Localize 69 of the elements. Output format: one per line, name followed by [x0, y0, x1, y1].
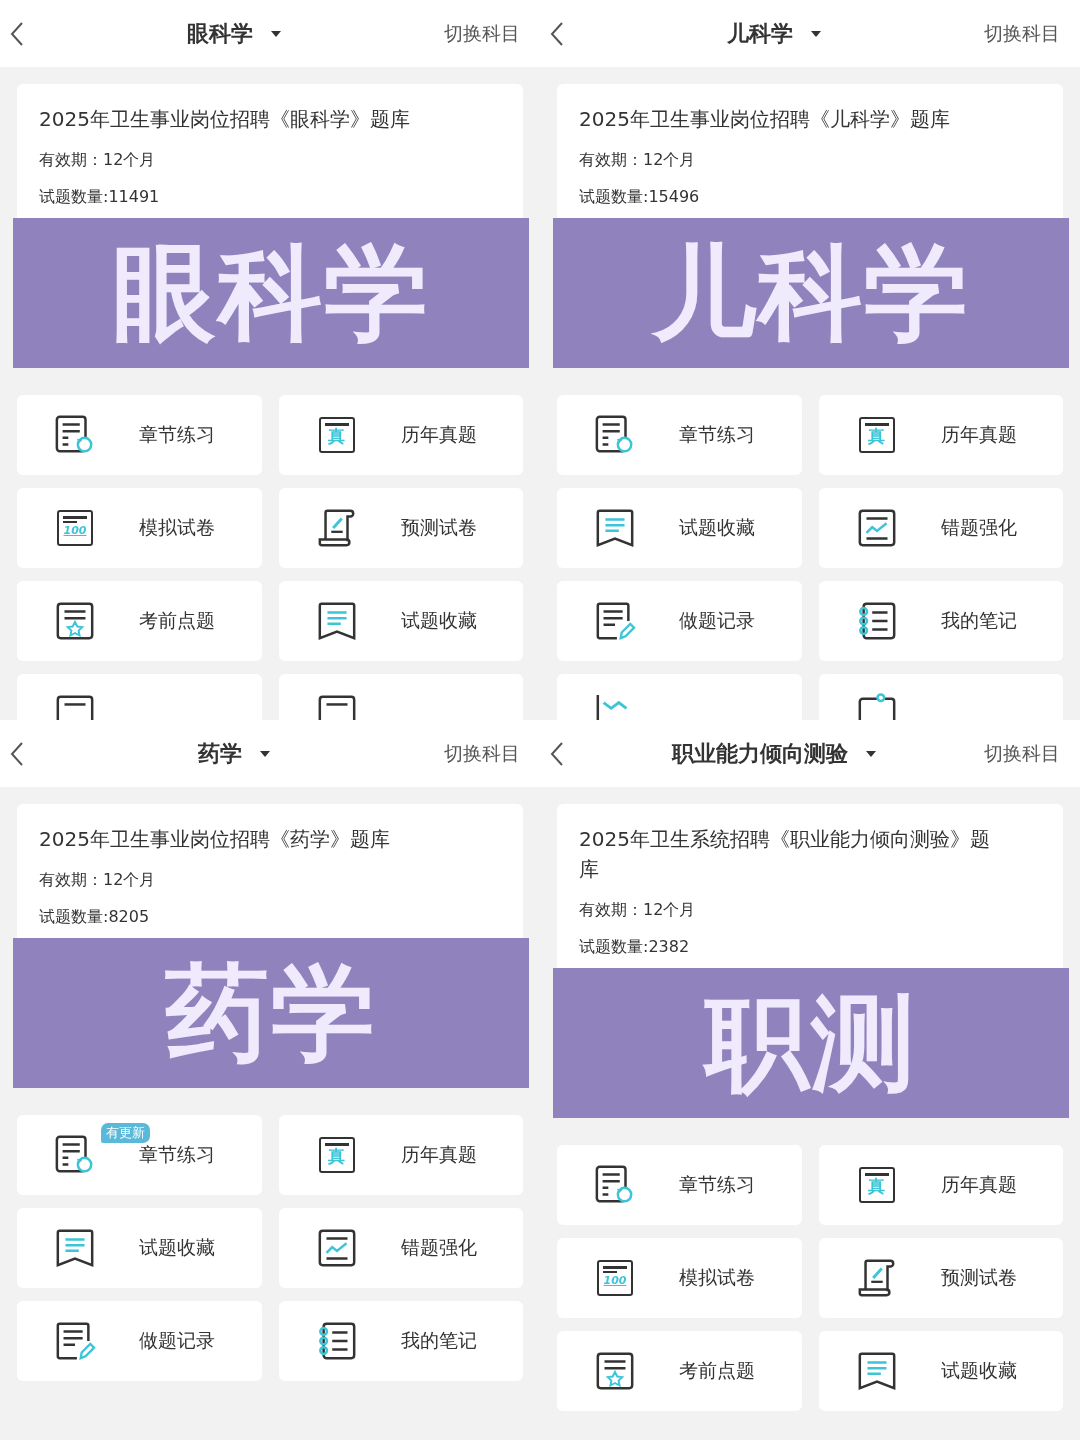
feature-tile[interactable]: 章节练习	[17, 395, 262, 475]
feature-tile[interactable]: 章节练习	[557, 1145, 802, 1225]
exam-paper-icon: 真	[318, 1137, 355, 1173]
bookmark-icon	[594, 507, 636, 549]
feature-tile[interactable]: 试题收藏	[17, 1208, 262, 1288]
feature-tile[interactable]: 100 模拟试卷	[557, 1238, 802, 1318]
caret-icon	[866, 750, 876, 757]
document-pencil-icon	[594, 600, 636, 642]
feature-tile[interactable]: 做题记录	[17, 1301, 262, 1381]
back-icon[interactable]	[10, 740, 24, 767]
document-pencil-icon	[54, 1320, 96, 1362]
feature-tile[interactable]: 章节练习	[557, 395, 802, 475]
switch-subject-link[interactable]: 切换科目	[444, 740, 520, 767]
feature-tile[interactable]: 我的笔记	[818, 581, 1063, 661]
switch-subject-link[interactable]: 切换科目	[984, 20, 1060, 47]
score-paper-icon: 100	[597, 1260, 633, 1296]
bank-title: 2025年卫生事业岗位招聘《药学》题库	[39, 826, 391, 853]
back-icon[interactable]	[550, 20, 564, 47]
question-count: 试题数量:11491	[39, 187, 161, 208]
caret-icon	[260, 750, 270, 757]
question-count: 试题数量:2382	[579, 937, 691, 958]
bank-title: 2025年卫生事业岗位招聘《儿科学》题库	[579, 106, 951, 133]
caret-icon	[811, 30, 821, 37]
bank-title: 2025年卫生事业岗位招聘《眼科学》题库	[39, 106, 411, 133]
subject-dropdown[interactable]: 眼科学	[24, 18, 444, 49]
caret-icon	[271, 30, 281, 37]
feature-tile[interactable]: 预测试卷	[818, 1238, 1063, 1318]
feature-tile[interactable]: 真 历年真题	[278, 395, 523, 475]
feature-tile[interactable]: 错题强化	[278, 1208, 523, 1288]
subject-dropdown[interactable]: 职业能力倾向测验	[564, 738, 984, 769]
star-document-icon	[54, 600, 96, 642]
validity-text: 有效期：12个月	[579, 150, 697, 171]
validity-text: 有效期：12个月	[39, 150, 157, 171]
back-icon[interactable]	[550, 740, 564, 767]
feature-tile[interactable]: 100 模拟试卷	[17, 488, 262, 568]
question-count: 试题数量:15496	[579, 187, 701, 208]
feature-tile[interactable]: 真 历年真题	[818, 395, 1063, 475]
validity-text: 有效期：12个月	[579, 900, 697, 921]
feature-tile[interactable]: 试题收藏	[818, 1331, 1063, 1411]
bank-title: 2025年卫生系统招聘《职业能力倾向测验》题库	[579, 826, 991, 883]
feature-tile[interactable]: 有更新 章节练习	[17, 1115, 262, 1195]
back-icon[interactable]	[10, 20, 24, 47]
subject-dropdown[interactable]: 儿科学	[564, 18, 984, 49]
feature-tile[interactable]: 试题收藏	[278, 581, 523, 661]
exam-paper-icon: 真	[318, 417, 355, 453]
switch-subject-link[interactable]: 切换科目	[984, 740, 1060, 767]
subject-dropdown[interactable]: 药学	[24, 738, 444, 769]
feature-tile[interactable]: 考前点题	[17, 581, 262, 661]
feature-tile[interactable]: 真 历年真题	[818, 1145, 1063, 1225]
switch-subject-link[interactable]: 切换科目	[444, 20, 520, 47]
subject-banner: 职测	[553, 968, 1069, 1118]
update-badge: 有更新	[101, 1123, 150, 1143]
score-paper-icon: 100	[57, 510, 93, 546]
question-count: 试题数量:8205	[39, 907, 151, 928]
subject-banner: 儿科学	[553, 218, 1069, 368]
subject-banner: 眼科学	[13, 218, 529, 368]
feature-tile[interactable]: 错题强化	[818, 488, 1063, 568]
feature-tile[interactable]: 预测试卷	[278, 488, 523, 568]
exam-paper-icon: 真	[858, 417, 895, 453]
exam-paper-icon: 真	[858, 1167, 895, 1203]
feature-tile[interactable]: 真 历年真题	[278, 1115, 523, 1195]
bookmark-icon	[54, 1227, 96, 1269]
star-document-icon	[594, 1350, 636, 1392]
feature-tile[interactable]: 我的笔记	[278, 1301, 523, 1381]
feature-tile[interactable]: 做题记录	[557, 581, 802, 661]
subject-banner: 药学	[13, 938, 529, 1088]
feature-tile[interactable]: 试题收藏	[557, 488, 802, 568]
validity-text: 有效期：12个月	[39, 870, 157, 891]
feature-tile[interactable]: 考前点题	[557, 1331, 802, 1411]
